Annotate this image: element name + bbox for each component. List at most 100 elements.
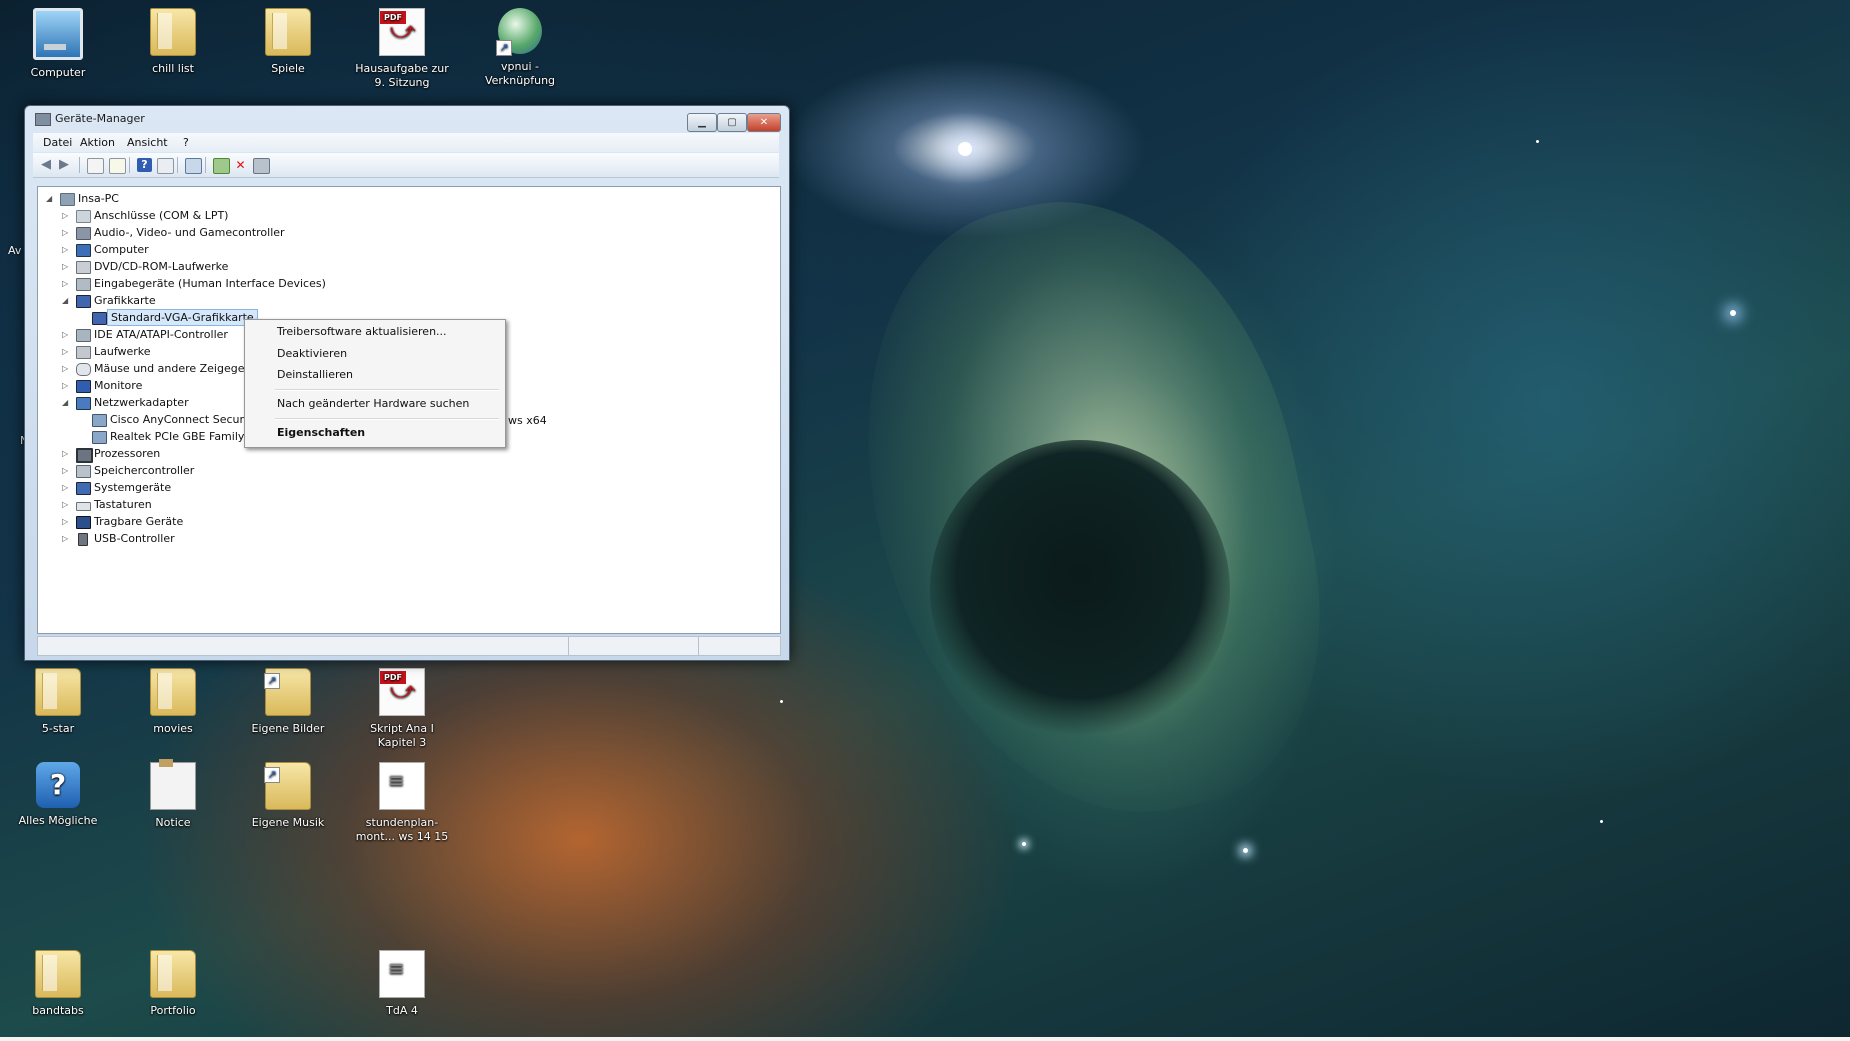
desktop-icon-hausaufgabe[interactable]: Hausaufgabe zur 9. Sitzung xyxy=(354,8,450,90)
tree-node-label: Anschlüsse (COM & LPT) xyxy=(94,209,229,222)
folder-icon xyxy=(265,8,311,56)
menu-help[interactable]: ? xyxy=(183,136,189,149)
show-hide-action-pane-icon[interactable] xyxy=(157,158,174,174)
expand-triangle-icon[interactable]: ▷ xyxy=(62,258,72,275)
tree-node-label: Prozessoren xyxy=(94,447,161,460)
desktop-icon-label: 5-star xyxy=(41,722,75,735)
desktop-icon-bandtabs[interactable]: bandtabs xyxy=(10,950,106,1018)
update-driver-icon[interactable] xyxy=(213,158,230,174)
desktop-icon-label: Notice xyxy=(155,816,191,829)
tree-node-label: DVD/CD-ROM-Laufwerke xyxy=(94,260,229,273)
expand-triangle-icon[interactable]: ▷ xyxy=(62,479,72,496)
expand-triangle-icon[interactable]: ▷ xyxy=(62,496,72,513)
menu-item-disable[interactable]: Deaktivieren xyxy=(277,347,347,360)
menu-datei[interactable]: Datei xyxy=(43,136,72,149)
collapse-triangle-icon[interactable]: ◢ xyxy=(62,292,72,309)
expand-triangle-icon[interactable]: ▷ xyxy=(62,360,72,377)
collapse-triangle-icon[interactable]: ◢ xyxy=(62,394,72,411)
expand-triangle-icon[interactable]: ▷ xyxy=(62,377,72,394)
tree-node-label: Laufwerke xyxy=(94,345,151,358)
desktop-icon-tda4[interactable]: TdA 4 xyxy=(354,950,450,1018)
device-manager-icon xyxy=(35,113,51,126)
help-icon[interactable]: ? xyxy=(137,158,152,172)
desktop-icon-portfolio[interactable]: Portfolio xyxy=(125,950,221,1018)
desktop-icon-alles-moegliche[interactable]: ? Alles Mögliche xyxy=(10,762,106,828)
uninstall-icon[interactable]: ✕ xyxy=(233,158,248,172)
keyboard-icon xyxy=(76,502,91,511)
desktop-icon-spiele[interactable]: Spiele xyxy=(240,8,336,76)
display-adapter-icon xyxy=(76,295,91,308)
desktop-icon-eigene-musik[interactable]: Eigene Musik xyxy=(240,762,336,830)
desktop-icon-stundenplan[interactable]: stundenplan-mont... ws 14 15 xyxy=(354,762,450,844)
window-titlebar[interactable]: Geräte-Manager ▁ ▢ ✕ xyxy=(25,106,789,132)
desktop-icon-label: Eigene Musik xyxy=(251,816,325,829)
folder-icon xyxy=(150,668,196,716)
computer-icon xyxy=(60,193,75,206)
hid-icon xyxy=(76,278,91,291)
expand-triangle-icon[interactable]: ▷ xyxy=(62,513,72,530)
menu-item-uninstall[interactable]: Deinstallieren xyxy=(277,368,353,381)
dvd-drive-icon xyxy=(76,261,91,274)
desktop-icon-eigene-bilder[interactable]: Eigene Bilder xyxy=(240,668,336,736)
desktop-icon-label: TdA 4 xyxy=(386,1004,418,1017)
computer-icon xyxy=(76,244,91,257)
tree-node-label: Tastaturen xyxy=(94,498,152,511)
forward-arrow-icon[interactable]: ▶ xyxy=(59,158,74,172)
tree-node-label: Tragbare Geräte xyxy=(94,515,184,528)
expand-triangle-icon[interactable]: ▷ xyxy=(62,326,72,343)
desktop-icon-computer[interactable]: Computer xyxy=(10,8,106,80)
folder-icon xyxy=(264,668,311,716)
status-divider xyxy=(568,637,569,655)
tree-node-label: Computer xyxy=(94,243,149,256)
back-arrow-icon[interactable]: ◀ xyxy=(41,158,56,172)
network-adapter-icon xyxy=(92,431,107,444)
mouse-icon xyxy=(76,363,91,376)
collapse-triangle-icon[interactable]: ◢ xyxy=(46,190,56,207)
clipboard-icon xyxy=(150,759,196,810)
expand-triangle-icon[interactable]: ▷ xyxy=(62,462,72,479)
expand-triangle-icon[interactable]: ▷ xyxy=(62,445,72,462)
taskbar-edge xyxy=(0,1037,1850,1041)
desktop-icon-label: Portfolio xyxy=(150,1004,196,1017)
disable-device-icon[interactable] xyxy=(253,158,270,174)
desktop-icon-skript[interactable]: Skript Ana I Kapitel 3 xyxy=(354,668,450,750)
document-icon xyxy=(379,762,425,810)
expand-triangle-icon[interactable]: ▷ xyxy=(62,241,72,258)
menu-ansicht[interactable]: Ansicht xyxy=(127,136,168,149)
desktop-icon-chill-list[interactable]: chill list xyxy=(125,8,221,76)
toolbar-separator xyxy=(129,157,130,173)
folder-icon xyxy=(35,668,81,716)
folder-icon xyxy=(35,950,81,998)
tree-node-label: Systemgeräte xyxy=(94,481,172,494)
desktop-icon-label: Alles Mögliche xyxy=(18,814,98,827)
menu-item-scan-hardware[interactable]: Nach geänderter Hardware suchen xyxy=(277,397,469,410)
expand-triangle-icon[interactable]: ▷ xyxy=(62,530,72,547)
tree-node-label: Audio-, Video- und Gamecontroller xyxy=(94,226,285,239)
expand-triangle-icon[interactable]: ▷ xyxy=(62,275,72,292)
show-hide-console-tree-icon[interactable] xyxy=(87,158,104,174)
close-button[interactable]: ✕ xyxy=(747,113,781,132)
menu-separator xyxy=(275,418,499,420)
minimize-button[interactable]: ▁ xyxy=(687,113,717,132)
tree-node-label: IDE ATA/ATAPI-Controller xyxy=(94,328,228,341)
expand-triangle-icon[interactable]: ▷ xyxy=(62,224,72,241)
desktop-icon-vpnui[interactable]: vpnui - Verknüpfung xyxy=(472,8,568,88)
pdf-file-icon xyxy=(379,8,425,56)
display-adapter-icon xyxy=(92,312,107,325)
wallpaper-star xyxy=(1243,848,1248,853)
menu-item-properties[interactable]: Eigenschaften xyxy=(277,426,365,439)
port-icon xyxy=(76,210,91,223)
folder-icon xyxy=(264,762,311,810)
desktop-icon-notice[interactable]: Notice xyxy=(125,759,221,830)
menu-item-update-driver[interactable]: Treibersoftware aktualisieren... xyxy=(277,325,447,338)
expand-triangle-icon[interactable]: ▷ xyxy=(62,343,72,360)
desktop-icon-5-star[interactable]: 5-star xyxy=(10,668,106,736)
properties-icon[interactable] xyxy=(109,158,126,174)
menu-aktion[interactable]: Aktion xyxy=(80,136,115,149)
desktop-icon-movies[interactable]: movies xyxy=(125,668,221,736)
tree-node-label: Grafikkarte xyxy=(94,294,156,307)
scan-hardware-icon[interactable] xyxy=(185,158,202,174)
maximize-button[interactable]: ▢ xyxy=(717,113,747,132)
expand-triangle-icon[interactable]: ▷ xyxy=(62,207,72,224)
portable-device-icon xyxy=(76,516,91,529)
